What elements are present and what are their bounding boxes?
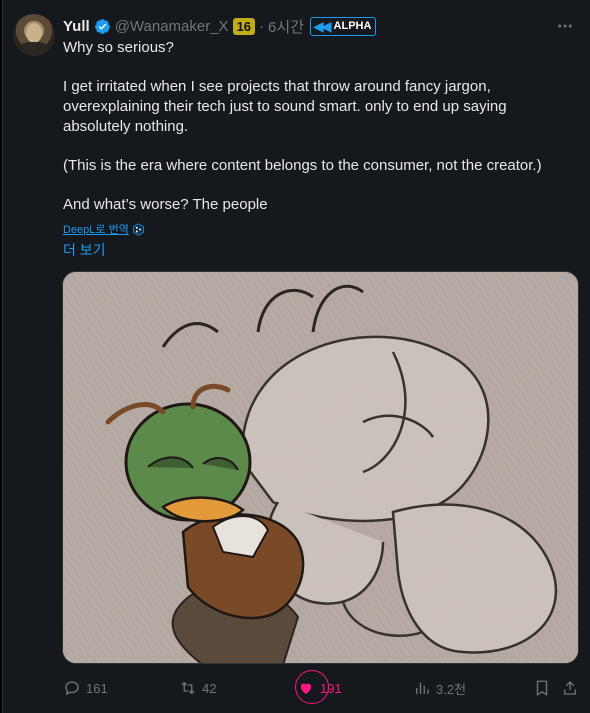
action-bar: 161 42 191 3.2천 — [63, 670, 583, 704]
reply-button[interactable]: 161 — [63, 676, 108, 700]
tweet-line: (This is the era where content belongs t… — [63, 157, 542, 174]
timestamp[interactable]: 6시간 — [268, 16, 304, 37]
views-icon — [416, 682, 429, 694]
reply-icon — [65, 681, 79, 696]
bookmark-button[interactable] — [533, 676, 551, 700]
share-button[interactable] — [561, 676, 579, 700]
tweet-header: Yull @Wanamaker_X 16 · 6시간 ◀◀ ALPHA — [63, 15, 377, 37]
repost-count: 42 — [202, 680, 217, 696]
avatar[interactable] — [13, 14, 55, 56]
more-icon[interactable] — [556, 17, 574, 35]
like-icon — [300, 683, 312, 694]
repost-icon — [181, 681, 195, 695]
views-button[interactable]: 3.2천 — [413, 676, 466, 700]
alpha-label: ALPHA — [333, 20, 372, 32]
tweet-line: I get irritated when I see projects that… — [63, 78, 507, 135]
share-icon — [564, 681, 576, 695]
handle[interactable]: @Wanamaker_X — [115, 18, 229, 35]
reply-count: 161 — [86, 680, 108, 696]
alpha-logo-icon: ◀◀ — [313, 17, 331, 34]
deepl-icon — [133, 222, 144, 236]
translate-link[interactable]: DeepL로 번역 — [63, 221, 145, 237]
separator-dot: · — [259, 17, 265, 35]
show-more-link[interactable]: 더 보기 — [63, 240, 106, 260]
tweet-line: Why so serious? — [63, 39, 174, 56]
display-name[interactable]: Yull — [63, 18, 90, 35]
level-badge: 16 — [232, 17, 256, 35]
tweet-text: Why so serious? I get irritated when I s… — [63, 38, 573, 215]
tweet-card[interactable]: Yull @Wanamaker_X 16 · 6시간 ◀◀ ALPHA Why … — [2, 0, 590, 713]
translate-label: DeepL로 번역 — [63, 224, 129, 236]
verified-icon — [94, 18, 110, 34]
bookmark-icon — [536, 680, 548, 697]
pepe-illustration — [63, 272, 578, 663]
like-button[interactable]: 191 — [295, 670, 342, 704]
tweet-line: And what’s worse? The people — [63, 196, 268, 213]
repost-button[interactable]: 42 — [179, 676, 216, 700]
tweet-image[interactable] — [62, 271, 579, 664]
views-count: 3.2천 — [436, 681, 467, 697]
alpha-badge[interactable]: ◀◀ ALPHA — [310, 16, 377, 36]
